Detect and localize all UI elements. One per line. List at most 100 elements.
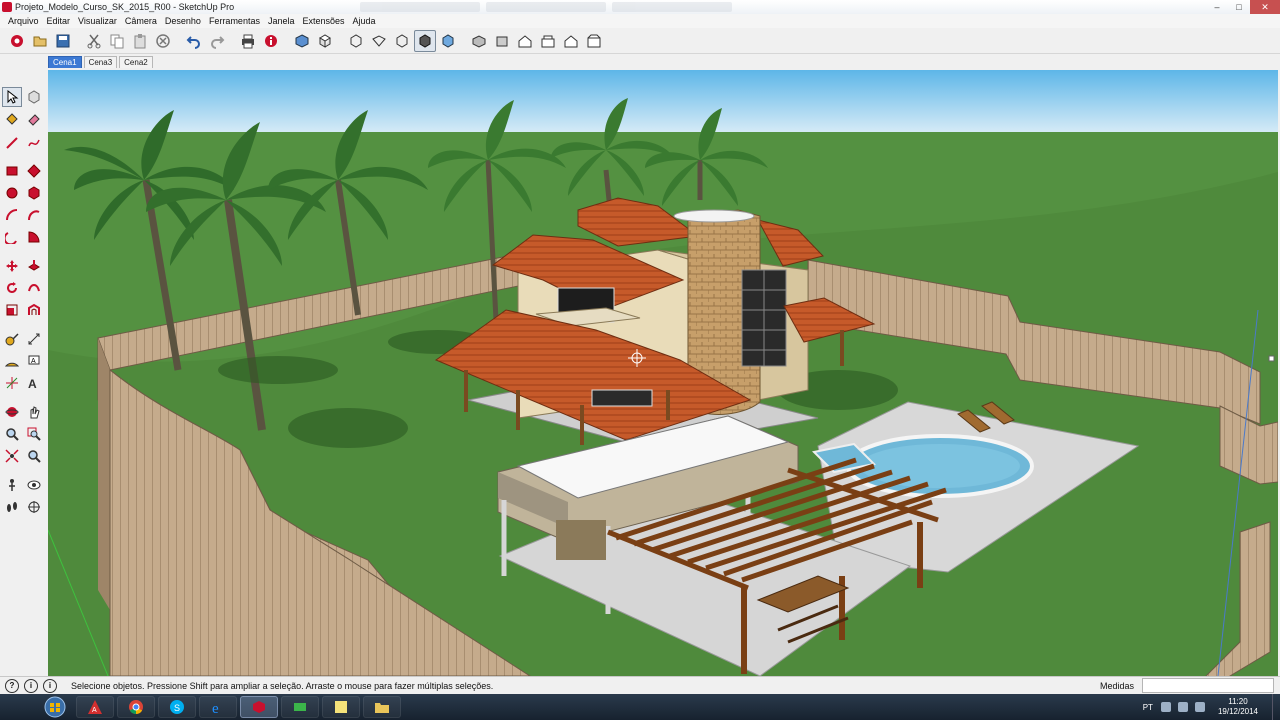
menu-desenho[interactable]: Desenho bbox=[161, 16, 205, 26]
arc-2pt-icon[interactable] bbox=[24, 205, 44, 225]
line-tool-icon[interactable] bbox=[2, 133, 22, 153]
tray-up-arrow-icon[interactable] bbox=[1160, 702, 1171, 712]
menu-ferramentas[interactable]: Ferramentas bbox=[205, 16, 264, 26]
menu-ajuda[interactable]: Ajuda bbox=[349, 16, 380, 26]
shaded-texture-icon[interactable] bbox=[437, 30, 459, 52]
offset-tool-icon[interactable] bbox=[24, 300, 44, 320]
pie-tool-icon[interactable] bbox=[24, 227, 44, 247]
save-icon[interactable] bbox=[52, 30, 74, 52]
walk-tool-icon[interactable] bbox=[2, 497, 22, 517]
arc-3pt-icon[interactable] bbox=[2, 227, 22, 247]
dimension-tool-icon[interactable] bbox=[24, 329, 44, 349]
protractor-icon[interactable] bbox=[2, 351, 22, 371]
show-desktop-button[interactable] bbox=[1272, 694, 1280, 720]
arc-tool-icon[interactable] bbox=[2, 205, 22, 225]
tab-cena2[interactable]: Cena2 bbox=[119, 56, 153, 68]
front-view-icon[interactable] bbox=[491, 30, 513, 52]
orbit-tool-icon[interactable] bbox=[2, 402, 22, 422]
close-button[interactable]: ✕ bbox=[1250, 0, 1280, 14]
erase-icon[interactable] bbox=[152, 30, 174, 52]
start-button[interactable] bbox=[40, 695, 70, 719]
text-tool-icon[interactable]: A bbox=[24, 351, 44, 371]
house-view-icon[interactable] bbox=[514, 30, 536, 52]
network-icon[interactable] bbox=[1177, 702, 1188, 712]
sticky-notes-taskbar-icon[interactable] bbox=[322, 696, 360, 718]
help-icon[interactable]: ? bbox=[5, 678, 19, 693]
volume-icon[interactable] bbox=[1194, 702, 1205, 712]
maximize-button[interactable]: □ bbox=[1228, 0, 1250, 14]
window-controls: ‒ □ ✕ bbox=[1206, 0, 1280, 14]
section-plane-icon[interactable] bbox=[24, 497, 44, 517]
component-tool-icon[interactable] bbox=[24, 87, 44, 107]
chrome-taskbar-icon[interactable] bbox=[117, 696, 155, 718]
folder-taskbar-icon[interactable] bbox=[363, 696, 401, 718]
eraser-icon[interactable] bbox=[24, 109, 44, 129]
zoom-extents-icon[interactable] bbox=[2, 446, 22, 466]
scene-render bbox=[48, 70, 1278, 676]
open-file-icon[interactable] bbox=[29, 30, 51, 52]
freehand-tool-icon[interactable] bbox=[24, 133, 44, 153]
print-icon[interactable] bbox=[237, 30, 259, 52]
credits-icon[interactable]: i bbox=[43, 678, 57, 693]
back-view-icon[interactable] bbox=[560, 30, 582, 52]
system-clock[interactable]: 11:20 19/12/2014 bbox=[1218, 697, 1258, 717]
tab-cena1[interactable]: Cena1 bbox=[48, 56, 82, 68]
windows-taskbar: A S e PT 11:20 19/12/2014 bbox=[0, 694, 1280, 720]
rotate-tool-icon[interactable] bbox=[2, 278, 22, 298]
follow-me-icon[interactable] bbox=[24, 278, 44, 298]
status-message: Selecione objetos. Pressione Shift para … bbox=[71, 680, 494, 691]
3d-text-icon[interactable]: A bbox=[24, 373, 44, 393]
iso-view-icon[interactable] bbox=[291, 30, 313, 52]
rectangle-tool-icon[interactable] bbox=[2, 161, 22, 181]
zoom-window-icon[interactable] bbox=[24, 424, 44, 444]
model-info-icon[interactable] bbox=[260, 30, 282, 52]
menu-extensoes[interactable]: Extensões bbox=[299, 16, 349, 26]
geolocation-icon[interactable]: i bbox=[24, 678, 38, 693]
previous-view-icon[interactable] bbox=[24, 446, 44, 466]
paste-icon[interactable] bbox=[129, 30, 151, 52]
language-indicator[interactable]: PT bbox=[1143, 703, 1153, 712]
tab-cena3[interactable]: Cena3 bbox=[83, 56, 118, 68]
menu-arquivo[interactable]: Arquivo bbox=[4, 16, 43, 26]
wireframe-icon[interactable] bbox=[368, 30, 390, 52]
circle-tool-icon[interactable] bbox=[2, 183, 22, 203]
tape-measure-icon[interactable] bbox=[2, 329, 22, 349]
polygon-tool-icon[interactable] bbox=[24, 183, 44, 203]
move-tool-icon[interactable] bbox=[2, 256, 22, 276]
paint-bucket-icon[interactable] bbox=[2, 109, 22, 129]
menu-editar[interactable]: Editar bbox=[43, 16, 75, 26]
zoom-tool-icon[interactable] bbox=[2, 424, 22, 444]
copy-icon[interactable] bbox=[106, 30, 128, 52]
undo-icon[interactable] bbox=[183, 30, 205, 52]
cut-icon[interactable] bbox=[83, 30, 105, 52]
push-pull-icon[interactable] bbox=[24, 256, 44, 276]
minimize-button[interactable]: ‒ bbox=[1206, 0, 1228, 14]
left-view-icon[interactable] bbox=[583, 30, 605, 52]
measurements-input[interactable] bbox=[1142, 678, 1274, 693]
internet-explorer-taskbar-icon[interactable]: e bbox=[199, 696, 237, 718]
hidden-line-icon[interactable] bbox=[391, 30, 413, 52]
position-camera-icon[interactable] bbox=[2, 475, 22, 495]
rotated-rectangle-icon[interactable] bbox=[24, 161, 44, 181]
skype-taskbar-icon[interactable]: S bbox=[158, 696, 196, 718]
look-around-icon[interactable] bbox=[24, 475, 44, 495]
menu-janela[interactable]: Janela bbox=[264, 16, 299, 26]
monochrome-icon[interactable] bbox=[468, 30, 490, 52]
scale-tool-icon[interactable] bbox=[2, 300, 22, 320]
autocad-taskbar-icon[interactable]: A bbox=[76, 696, 114, 718]
axes-tool-icon[interactable] bbox=[2, 373, 22, 393]
menu-bar: Arquivo Editar Visualizar Câmera Desenho… bbox=[0, 14, 1280, 28]
model-viewport[interactable] bbox=[48, 70, 1278, 676]
top-view-icon[interactable] bbox=[314, 30, 336, 52]
pan-tool-icon[interactable] bbox=[24, 402, 44, 422]
xray-icon[interactable] bbox=[345, 30, 367, 52]
getting-started-icon[interactable] bbox=[6, 30, 28, 52]
menu-visualizar[interactable]: Visualizar bbox=[74, 16, 121, 26]
right-view-icon[interactable] bbox=[537, 30, 559, 52]
select-tool-icon[interactable] bbox=[2, 87, 22, 107]
redo-icon[interactable] bbox=[206, 30, 228, 52]
menu-camera[interactable]: Câmera bbox=[121, 16, 161, 26]
shaded-icon[interactable] bbox=[414, 29, 436, 52]
camtasia-taskbar-icon[interactable] bbox=[281, 696, 319, 718]
sketchup-taskbar-icon[interactable] bbox=[240, 696, 278, 718]
